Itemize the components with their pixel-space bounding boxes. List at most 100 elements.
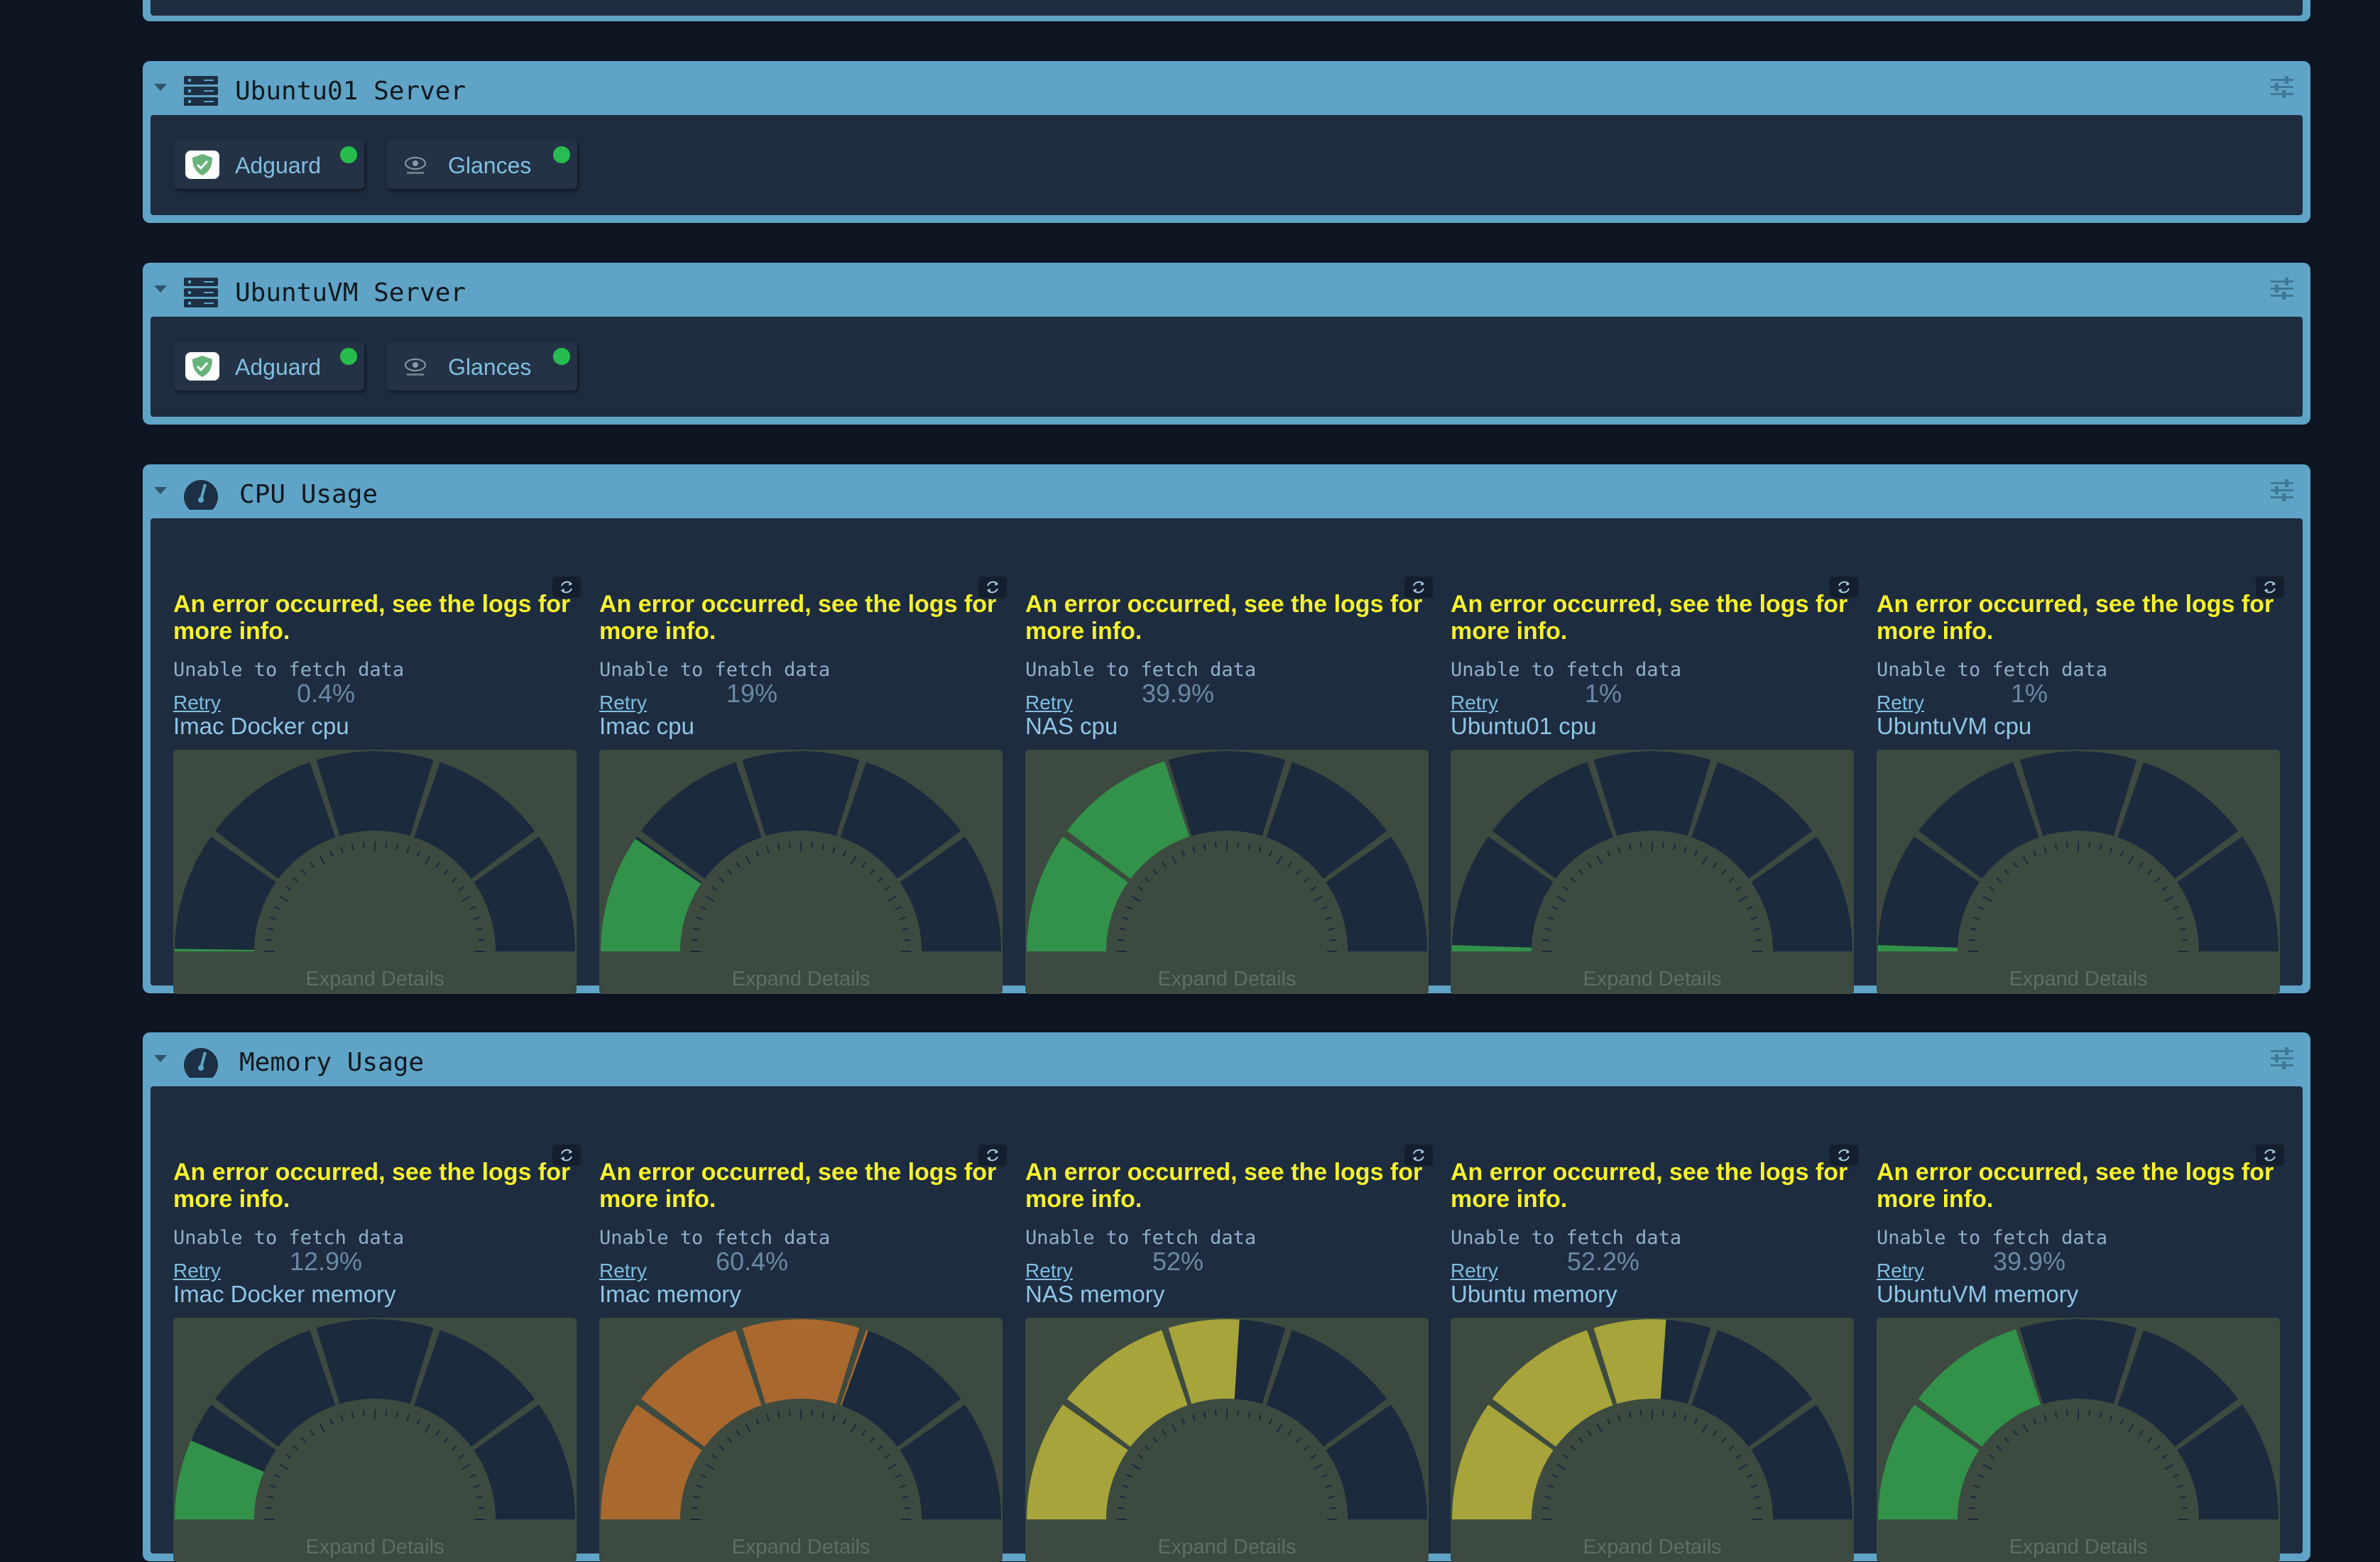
gauge-tick (267, 927, 274, 931)
gauge-chart[interactable]: Expand Details (173, 1318, 577, 1562)
gauge-tick (270, 1485, 277, 1488)
gauge-tick (469, 1474, 476, 1478)
gauge-tick (2054, 843, 2058, 851)
collapse-arrow-icon[interactable] (154, 285, 167, 293)
section-header[interactable]: UbuntuVM Server (143, 263, 2310, 317)
section-header[interactable]: Memory Usage (143, 1032, 2310, 1086)
retry-link[interactable]: Retry (173, 1260, 221, 1282)
gauge-tick (340, 1414, 344, 1421)
collapse-arrow-icon[interactable] (154, 84, 167, 91)
retry-link[interactable]: Retry (1451, 1260, 1498, 1282)
gauge-chart[interactable]: Expand Details (599, 1318, 1003, 1562)
sliders-icon[interactable] (2269, 1047, 2295, 1069)
gauge-tick (1662, 1409, 1665, 1416)
expand-details-link[interactable]: Expand Details (173, 1536, 577, 1559)
gauge-tick (435, 862, 440, 868)
server-icon (184, 76, 218, 106)
gauge-chart[interactable]: Expand Details (1877, 750, 2280, 994)
gauge-tick (1701, 1424, 1708, 1433)
gauge-chart[interactable]: Expand Details (173, 750, 577, 994)
gauge-tick (1556, 895, 1566, 902)
gauge-tick (1330, 939, 1337, 941)
expand-details-link[interactable]: Expand Details (1025, 1536, 1429, 1559)
gauge-tick (2043, 1414, 2047, 1421)
section-cpu-usage: CPU Usage An error occurred, see the log… (143, 464, 2310, 994)
app-chip-adguard[interactable]: Adguard (174, 141, 364, 189)
retry-link[interactable]: Retry (1025, 692, 1073, 714)
gauge-chart[interactable]: Expand Details (1025, 1318, 1429, 1562)
gauge-tick (443, 1437, 449, 1443)
app-label: Glances (448, 153, 532, 178)
gauge-tick (1735, 886, 1742, 891)
gauge-tick (293, 877, 299, 883)
gauge-tick (904, 1507, 911, 1509)
gauge-chart[interactable]: Expand Details (599, 750, 1003, 994)
expand-details-link[interactable]: Expand Details (1877, 1536, 2280, 1559)
gauge-icon (184, 1048, 218, 1078)
app-chip-adguard[interactable]: Adguard (174, 342, 364, 390)
gauge-value: 39.9% (1141, 679, 1215, 708)
gauge-tick (1673, 843, 1676, 851)
gauge-tick (476, 1495, 483, 1499)
app-chip-glances[interactable]: Glances (387, 141, 577, 189)
expand-details-link[interactable]: Expand Details (599, 968, 1003, 991)
expand-details-link[interactable]: Expand Details (1877, 968, 2280, 991)
gauge-tick (2172, 1474, 2180, 1478)
gauge-chart[interactable]: Expand Details (1877, 1318, 2280, 1562)
gauge-value: 1% (1584, 679, 1622, 708)
retry-link[interactable]: Retry (1877, 692, 1924, 714)
gauge-tick (293, 1445, 299, 1451)
gauge-tick (899, 917, 906, 920)
gauge-chart[interactable]: Expand Details (1451, 1318, 1854, 1562)
gauge-chart[interactable]: Expand Details (1451, 750, 1854, 994)
glances-icon (405, 359, 426, 376)
gauge-tick (2004, 869, 2010, 875)
gauge-dial (175, 1319, 575, 1520)
previous-section (143, 0, 2310, 21)
app-chip-glances[interactable]: Glances (387, 342, 577, 390)
gauge-tick (1596, 856, 1603, 865)
expand-details-link[interactable]: Expand Details (1451, 968, 1854, 991)
gauge-segment (2019, 751, 2137, 836)
gauge-tick (895, 906, 902, 910)
expand-details-link[interactable]: Expand Details (173, 968, 577, 991)
gauge-tick (1303, 877, 1309, 883)
retry-link[interactable]: Retry (599, 1260, 647, 1282)
gauge-tick (1556, 1463, 1566, 1470)
collapse-arrow-icon[interactable] (154, 1055, 167, 1062)
gauge-tick (1970, 927, 1977, 931)
collapse-arrow-icon[interactable] (154, 487, 167, 494)
gauge-tick (2176, 917, 2183, 920)
gauge-segment (316, 751, 434, 836)
gauge-tick (1192, 846, 1196, 853)
gauge-chart[interactable]: Expand Details (1025, 750, 1429, 994)
gauge-tick (1119, 927, 1126, 931)
gauge-tick (699, 906, 707, 910)
unable-message: Unable to fetch data (599, 1227, 831, 1249)
gauge-tick (693, 927, 700, 931)
gauge-tick (310, 1430, 315, 1436)
expand-details-link[interactable]: Expand Details (1025, 968, 1429, 991)
gauge-segment (2019, 1319, 2137, 1404)
adguard-icon (185, 151, 219, 179)
retry-link[interactable]: Retry (1025, 1260, 1073, 1282)
sliders-icon[interactable] (2269, 75, 2295, 98)
gauge-tick (1755, 1507, 1762, 1509)
gauge-tick (821, 843, 825, 851)
retry-link[interactable]: Retry (599, 692, 647, 714)
gauge-tick (1287, 862, 1292, 868)
sliders-icon[interactable] (2269, 277, 2295, 300)
expand-details-link[interactable]: Expand Details (599, 1536, 1003, 1559)
gauge-tick (1152, 869, 1159, 875)
expand-details-link[interactable]: Expand Details (1451, 1536, 1854, 1559)
section-header[interactable]: CPU Usage (143, 464, 2310, 518)
gauge-tick (745, 856, 752, 865)
widget-name: Ubuntu01 cpu (1451, 713, 1597, 739)
retry-link[interactable]: Retry (1877, 1260, 1924, 1282)
retry-link[interactable]: Retry (1451, 692, 1498, 714)
gauge-tick (300, 869, 307, 875)
gauge-tick (691, 1507, 698, 1509)
sliders-icon[interactable] (2269, 479, 2295, 501)
section-header[interactable]: Ubuntu01 Server (143, 61, 2310, 115)
retry-link[interactable]: Retry (173, 692, 221, 714)
